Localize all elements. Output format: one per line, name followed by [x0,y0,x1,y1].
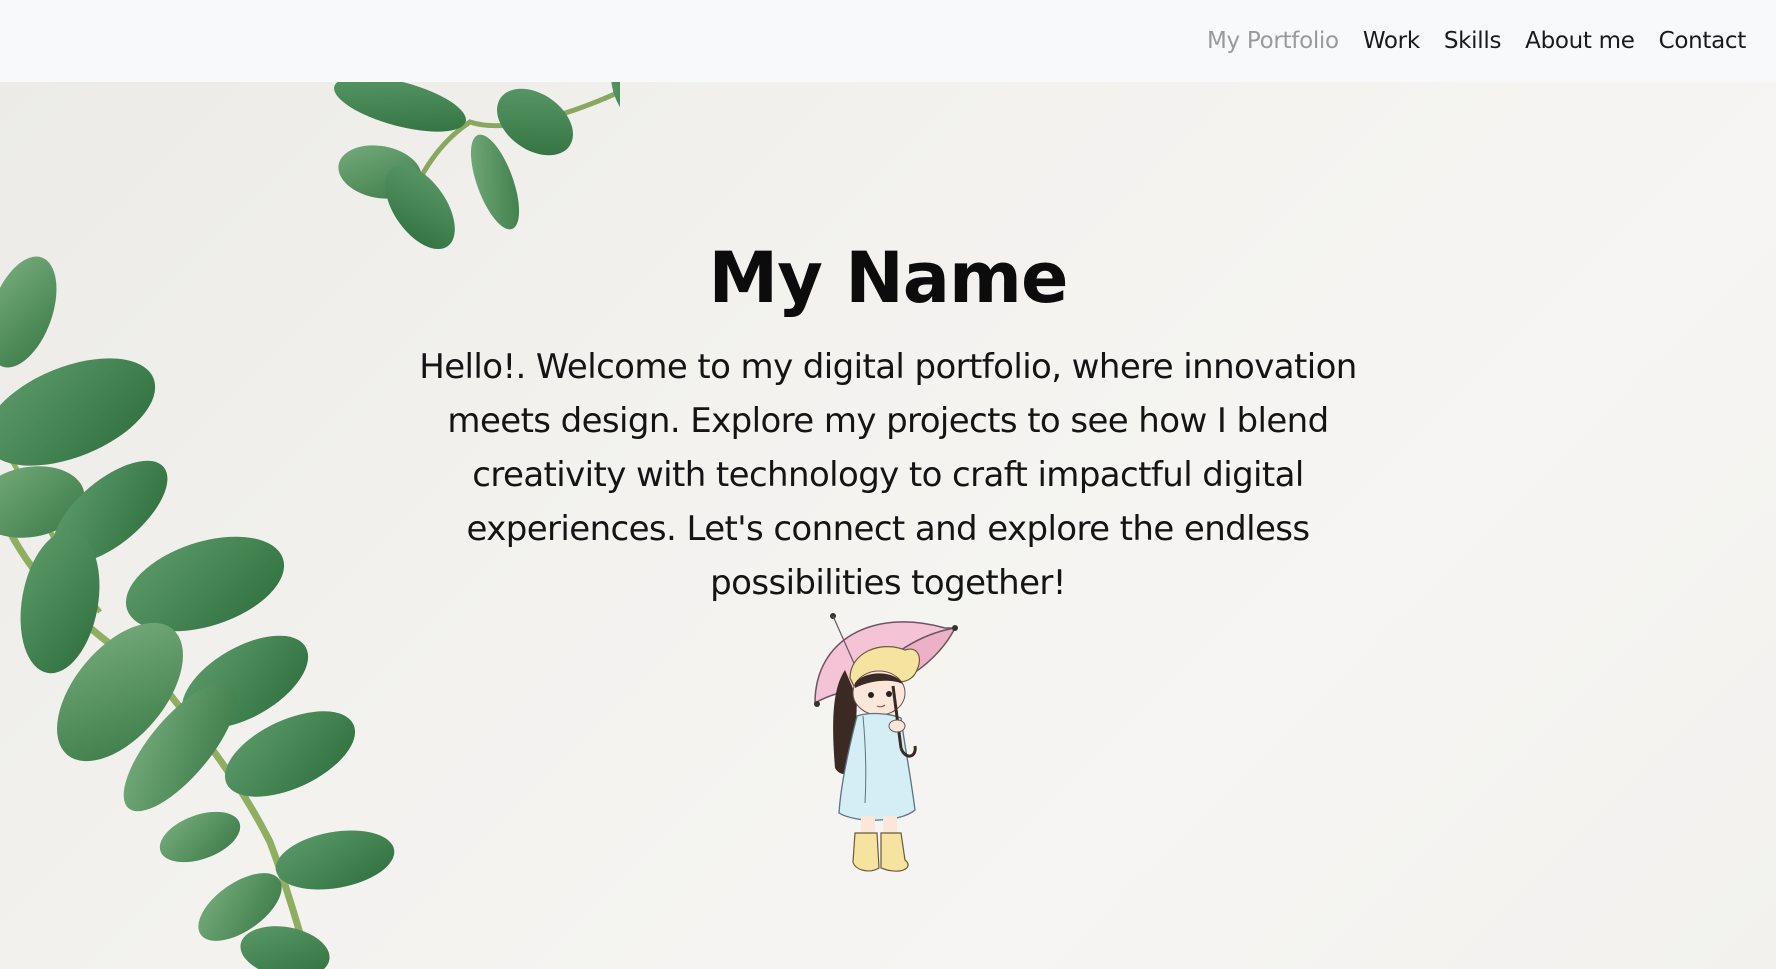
nav-link-skills[interactable]: Skills [1444,28,1502,54]
page-title: My Name [708,237,1069,319]
top-navbar: My Portfolio Work Skills About me Contac… [0,0,1776,82]
intro-paragraph: Hello!. Welcome to my digital portfolio,… [419,347,1357,603]
nav-brand-my-portfolio[interactable]: My Portfolio [1207,28,1339,54]
girl-with-umbrella-illustration [814,613,958,872]
nav-link-work[interactable]: Work [1363,28,1420,54]
hero-section: My Name Hello!. Welcome to my digital po… [0,82,1776,969]
nav-link-about-me[interactable]: About me [1525,28,1635,54]
nav-link-contact[interactable]: Contact [1659,28,1747,54]
